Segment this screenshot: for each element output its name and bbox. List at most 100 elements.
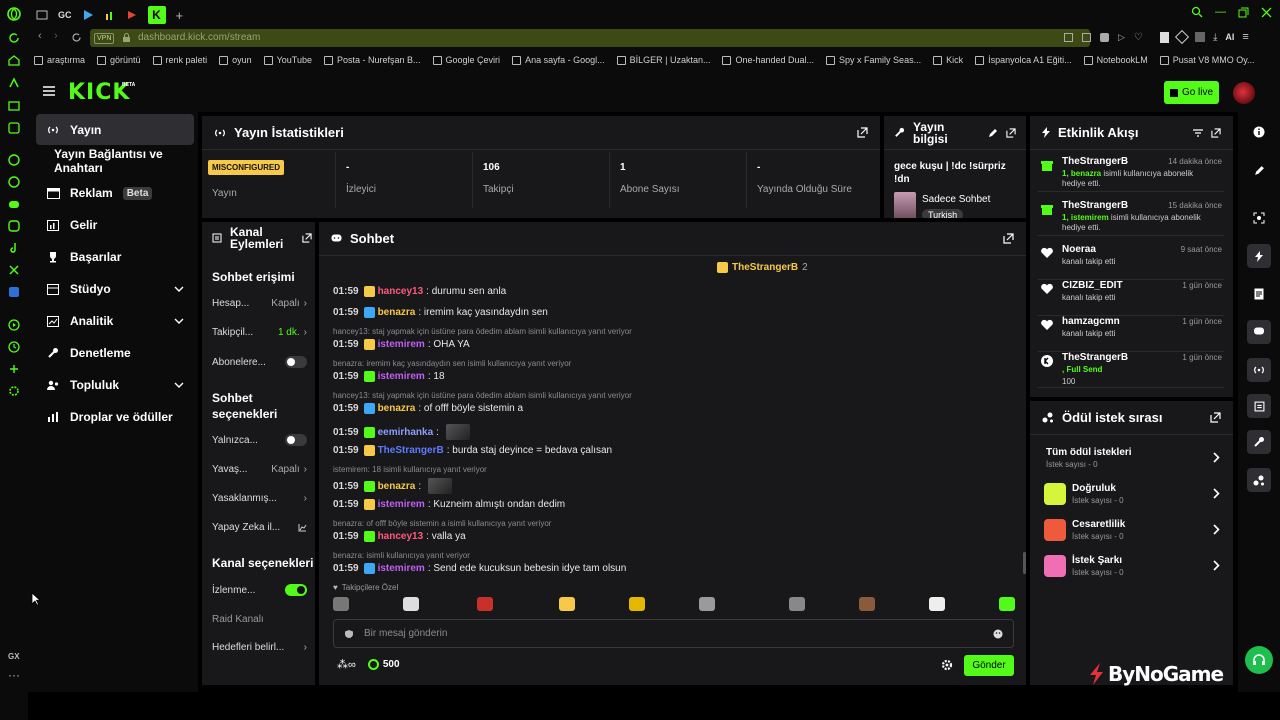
- popout-icon[interactable]: [1003, 233, 1014, 244]
- nav-item-analytics[interactable]: Analitik: [36, 306, 194, 336]
- quick-emote[interactable]: [333, 597, 349, 611]
- bookmark-item[interactable]: oyun: [219, 55, 252, 65]
- bookmark-item[interactable]: İspanyolca A1 Eğiti...: [975, 55, 1072, 65]
- chat-username[interactable]: benazra: [378, 403, 416, 414]
- send-button[interactable]: Gönder: [964, 655, 1014, 676]
- activity-username[interactable]: CIZBIZ_EDIT: [1062, 280, 1123, 291]
- activity-username[interactable]: TheStrangerB: [1062, 200, 1128, 211]
- reload-icon[interactable]: [71, 32, 82, 43]
- bookmark-item[interactable]: Ana sayfa - Googl...: [512, 55, 605, 65]
- go-live-button[interactable]: Go live: [1164, 81, 1219, 104]
- kick-tab-icon[interactable]: K: [147, 6, 166, 24]
- restore-icon[interactable]: [1238, 7, 1249, 18]
- chat-message[interactable]: 01:59 eemirhanka:: [333, 424, 470, 440]
- home-icon[interactable]: [7, 53, 21, 67]
- popout-icon[interactable]: [1211, 127, 1221, 138]
- quick-emote[interactable]: [699, 597, 715, 611]
- nav-item-achievements[interactable]: Başarılar: [36, 242, 194, 272]
- quick-emote[interactable]: [403, 597, 419, 611]
- reward-item[interactable]: İstek Şarkı İstek sayısı - 0: [1044, 553, 1220, 583]
- subscribers-toggle[interactable]: [285, 356, 307, 368]
- popout-icon[interactable]: [1210, 412, 1221, 423]
- chat-username[interactable]: eemirhanka: [378, 427, 434, 438]
- activity-item[interactable]: TheStrangerB 1 gün önce , Full Send 100: [1038, 352, 1224, 388]
- chat-message[interactable]: 01:59 istemirem: Kuzneim almıştı ondan de…: [333, 499, 565, 510]
- tab-gc[interactable]: GC: [58, 10, 72, 20]
- ext-image-icon[interactable]: [1195, 32, 1205, 42]
- popout-icon[interactable]: [302, 233, 312, 243]
- url-field[interactable]: VPN dashboard.kick.com/stream: [90, 29, 1090, 47]
- chat-message[interactable]: 01:59 istemirem: Send ede kucuksun bebesi…: [333, 563, 626, 574]
- bookmark-item[interactable]: araştırma: [34, 55, 85, 65]
- bookmark-item[interactable]: One-handed Dual...: [722, 55, 814, 65]
- activity-item[interactable]: hamzagcmn 1 gün önce kanalı takip etti: [1038, 316, 1224, 352]
- chat-username[interactable]: benazra: [378, 481, 416, 492]
- nav-item-drops[interactable]: Droplar ve ödüller: [36, 402, 194, 432]
- quick-emote[interactable]: [859, 597, 875, 611]
- close-window-icon[interactable]: [1261, 7, 1272, 18]
- vpn-badge[interactable]: VPN: [94, 33, 115, 44]
- activity-rail-icon[interactable]: [1247, 244, 1271, 268]
- chat-settings-icon[interactable]: [941, 659, 953, 671]
- chat-username[interactable]: istemirem: [378, 339, 425, 350]
- bookmark-item[interactable]: YouTube: [263, 55, 312, 65]
- followers-only-setting[interactable]: Takipçil... 1 dk. ›: [212, 327, 307, 338]
- chat-username[interactable]: hancey13: [378, 531, 424, 542]
- player-play-icon[interactable]: ▷: [1118, 32, 1125, 43]
- emotes-only-toggle[interactable]: [285, 434, 307, 446]
- heart-bookmark-icon[interactable]: ♡: [1134, 32, 1143, 43]
- watch-toggle[interactable]: [285, 584, 307, 596]
- quick-emote[interactable]: [559, 597, 575, 611]
- nav-item-moderation[interactable]: Denetleme: [36, 338, 194, 368]
- instagram-icon[interactable]: [7, 219, 21, 233]
- chat-message[interactable]: 01:59 istemirem: OHA YA: [333, 339, 470, 350]
- popout-icon[interactable]: [1006, 127, 1016, 138]
- chat-message[interactable]: 01:59 hancey13: valla ya: [333, 531, 466, 542]
- goals-setting[interactable]: Hedefleri belirl... ›: [212, 642, 307, 653]
- chat-message[interactable]: 01:59 istemirem: 18: [333, 371, 445, 382]
- bookmark-item[interactable]: Pusat V8 MMO Oy...: [1159, 55, 1255, 65]
- chat-username[interactable]: TheStrangerB: [378, 445, 444, 456]
- mail-tab-icon[interactable]: [36, 9, 48, 21]
- extensions-icon[interactable]: [7, 362, 21, 376]
- extension-icon[interactable]: [7, 285, 21, 299]
- wallet-icon[interactable]: [7, 99, 21, 113]
- activity-username[interactable]: TheStrangerB: [1062, 156, 1128, 167]
- edit-icon[interactable]: [988, 128, 998, 138]
- activity-username[interactable]: hamzagcmn: [1062, 316, 1120, 327]
- shield-icon[interactable]: [1100, 33, 1109, 42]
- community-infinity-icon[interactable]: ⁂∞: [337, 658, 356, 671]
- category-thumbnail[interactable]: [894, 192, 916, 218]
- chat-username[interactable]: hancey13: [378, 286, 424, 297]
- filter-icon[interactable]: [1193, 128, 1203, 137]
- new-tab-icon[interactable]: +: [176, 8, 184, 23]
- quick-emote[interactable]: [629, 597, 645, 611]
- avatar[interactable]: [1233, 82, 1255, 104]
- activity-username[interactable]: TheStrangerB: [1062, 352, 1128, 363]
- wrench-rail-icon[interactable]: [1247, 430, 1271, 454]
- rewards-rail-icon[interactable]: [1247, 468, 1271, 492]
- download-icon[interactable]: ⤓: [1213, 32, 1217, 43]
- bookmark-item[interactable]: NotebookLM: [1083, 55, 1148, 65]
- forward-icon[interactable]: ›: [54, 30, 58, 42]
- chat-username[interactable]: istemirem: [378, 499, 425, 510]
- aria-icon[interactable]: [7, 76, 21, 90]
- chat-username[interactable]: istemirem: [378, 563, 425, 574]
- info-icon[interactable]: [1247, 120, 1271, 144]
- discord-icon[interactable]: [7, 197, 21, 211]
- activity-item[interactable]: TheStrangerB 15 dakika önce 1, istemirem i…: [1038, 200, 1224, 236]
- capture-icon[interactable]: [1247, 206, 1271, 230]
- back-icon[interactable]: ‹: [38, 30, 42, 42]
- nav-item-stream-key[interactable]: Yayın Bağlantısı ve Anahtarı: [36, 146, 194, 176]
- quick-emote[interactable]: [929, 597, 945, 611]
- support-headset-icon[interactable]: [1245, 646, 1273, 674]
- notes-icon[interactable]: [1160, 31, 1169, 43]
- chat-message[interactable]: 01:59 benazra: iremim kaç yasındaydın sen: [333, 307, 548, 318]
- more-icon[interactable]: ···: [8, 668, 20, 682]
- messenger-icon[interactable]: [7, 121, 21, 135]
- quick-emote[interactable]: [789, 597, 805, 611]
- chatgpt-icon[interactable]: [7, 153, 21, 167]
- chat-rail-icon[interactable]: [1247, 320, 1271, 344]
- minimize-icon[interactable]: —: [1215, 6, 1226, 18]
- opera-logo-icon[interactable]: [7, 7, 21, 21]
